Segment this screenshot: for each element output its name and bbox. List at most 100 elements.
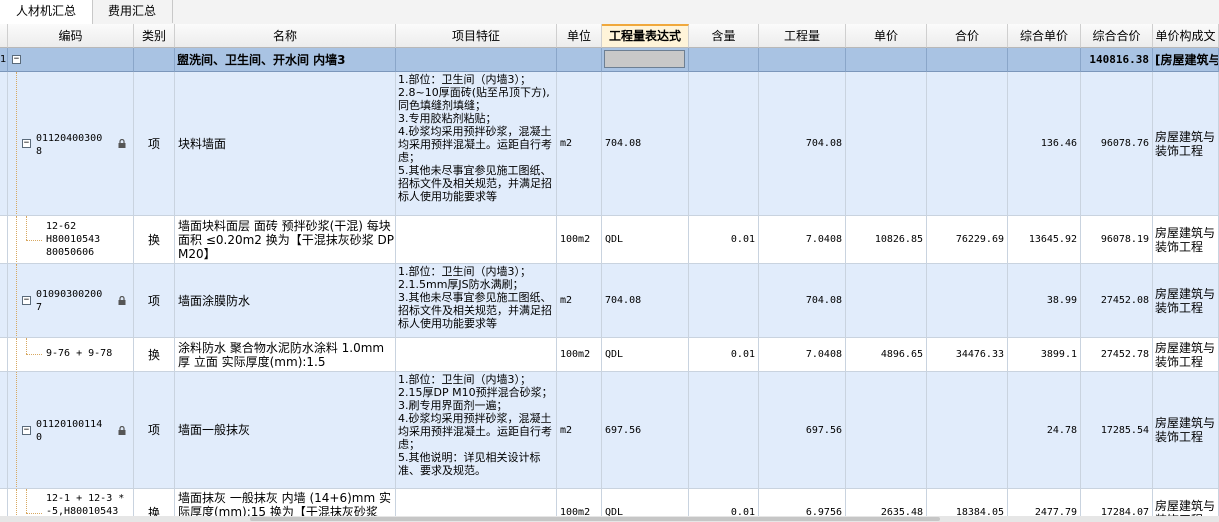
feature-cell[interactable] [396, 338, 557, 372]
scrollbar-thumb[interactable] [250, 517, 940, 521]
comp-price-cell[interactable]: 13645.92 [1008, 216, 1081, 264]
unit-cell[interactable]: m2 [557, 72, 602, 216]
name-cell[interactable]: 墙面一般抹灰 [175, 372, 396, 489]
name-cell[interactable]: 涂料防水 聚合物水泥防水涂料 1.0mm厚 立面 实际厚度(mm):1.5 [175, 338, 396, 372]
table-row[interactable]: − 011204003008 项 块料墙面 1.部位：卫生间（内墙3）； 2.8… [0, 72, 1219, 216]
table-row[interactable]: − 010903002007 项 墙面涂膜防水 1.部位：卫生间（内墙3）； 2… [0, 264, 1219, 338]
unit-cell[interactable]: 100m2 [557, 216, 602, 264]
collapse-icon[interactable]: − [22, 426, 31, 435]
content-cell[interactable] [689, 264, 759, 338]
name-cell[interactable]: 块料墙面 [175, 72, 396, 216]
col-header-composite-total[interactable]: 综合合价 [1081, 24, 1153, 48]
comp-price-cell[interactable]: 38.99 [1008, 264, 1081, 338]
expr-cell[interactable]: QDL [602, 338, 689, 372]
code-cell[interactable]: − 011201001140 [8, 372, 134, 489]
selected-cell-highlight[interactable] [604, 50, 685, 68]
price-cell[interactable]: 4896.65 [846, 338, 927, 372]
type-cell[interactable]: 换 [134, 216, 175, 264]
col-header-content[interactable]: 含量 [689, 24, 759, 48]
col-header-composite-unit-price[interactable]: 综合单价 [1008, 24, 1081, 48]
type-cell[interactable]: 项 [134, 72, 175, 216]
comp-price-cell[interactable]: 3899.1 [1008, 338, 1081, 372]
unit-cell[interactable]: 100m2 [557, 338, 602, 372]
group-total-cell[interactable] [927, 48, 1008, 72]
expr-cell[interactable]: 697.56 [602, 372, 689, 489]
price-cell[interactable] [846, 72, 927, 216]
feature-cell[interactable]: 1.部位：卫生间（内墙3）； 2.15厚DP M10预拌混合砂浆； 3.刷专用界… [396, 372, 557, 489]
collapse-icon[interactable]: − [22, 139, 31, 148]
content-cell[interactable]: 0.01 [689, 216, 759, 264]
expr-cell[interactable]: 704.08 [602, 72, 689, 216]
type-cell[interactable]: 项 [134, 372, 175, 489]
content-cell[interactable] [689, 372, 759, 489]
col-header-unit[interactable]: 单位 [557, 24, 602, 48]
col-header-quantity[interactable]: 工程量 [759, 24, 846, 48]
group-composition-file[interactable]: [房屋建筑与 [1153, 48, 1219, 72]
unit-cell[interactable]: m2 [557, 264, 602, 338]
qty-cell[interactable]: 7.0408 [759, 338, 846, 372]
col-header-quantity-expression[interactable]: 工程量表达式 [602, 24, 689, 48]
tab-cost-summary[interactable]: 费用汇总 [92, 0, 173, 23]
comp-file-cell[interactable]: 房屋建筑与装饰工程 [1153, 72, 1219, 216]
price-cell[interactable] [846, 372, 927, 489]
collapse-icon[interactable]: − [12, 55, 21, 64]
qty-cell[interactable]: 7.0408 [759, 216, 846, 264]
expr-cell[interactable]: QDL [602, 216, 689, 264]
col-header-name[interactable]: 名称 [175, 24, 396, 48]
content-cell[interactable]: 0.01 [689, 338, 759, 372]
group-feature-cell[interactable] [396, 48, 557, 72]
total-cell[interactable]: 34476.33 [927, 338, 1008, 372]
horizontal-scrollbar[interactable] [0, 516, 1219, 522]
feature-cell[interactable]: 1.部位：卫生间（内墙3）； 2.8~10厚面砖(贴至吊顶下方),同色填缝剂填缝… [396, 72, 557, 216]
group-name[interactable]: 盥洗间、卫生间、开水间 内墙3 [175, 48, 396, 72]
comp-price-cell[interactable]: 136.46 [1008, 72, 1081, 216]
group-type-cell[interactable] [134, 48, 175, 72]
table-row[interactable]: 12-62 H80010543 80050606 换 墙面块料面层 面砖 预拌砂… [0, 216, 1219, 264]
name-cell[interactable]: 墙面块料面层 面砖 预拌砂浆(干混) 每块面积 ≤0.20m2 换为【干混抹灰砂… [175, 216, 396, 264]
qty-cell[interactable]: 704.08 [759, 72, 846, 216]
col-header-type[interactable]: 类别 [134, 24, 175, 48]
qty-cell[interactable]: 704.08 [759, 264, 846, 338]
comp-total-cell[interactable]: 96078.19 [1081, 216, 1153, 264]
group-code-cell[interactable]: − [8, 48, 134, 72]
comp-file-cell[interactable]: 房屋建筑与装饰工程 [1153, 216, 1219, 264]
expr-cell[interactable]: 704.08 [602, 264, 689, 338]
feature-cell[interactable]: 1.部位：卫生间（内墙3）； 2.1.5mm厚JS防水满刷； 3.其他未尽事宜参… [396, 264, 557, 338]
unit-cell[interactable]: m2 [557, 372, 602, 489]
qty-cell[interactable]: 697.56 [759, 372, 846, 489]
comp-total-cell[interactable]: 27452.78 [1081, 338, 1153, 372]
price-cell[interactable]: 10826.85 [846, 216, 927, 264]
tab-labor-material-summary[interactable]: 人材机汇总 [0, 0, 93, 24]
code-cell[interactable]: − 011204003008 [8, 72, 134, 216]
code-cell[interactable]: 12-62 H80010543 80050606 [8, 216, 134, 264]
col-header-unit-price[interactable]: 单价 [846, 24, 927, 48]
col-header-price-composition-file[interactable]: 单价构成文 [1153, 24, 1219, 48]
comp-total-cell[interactable]: 27452.08 [1081, 264, 1153, 338]
type-cell[interactable]: 项 [134, 264, 175, 338]
group-composite-total[interactable]: 140816.38 [1081, 48, 1153, 72]
group-content-cell[interactable] [689, 48, 759, 72]
col-header-code[interactable]: 编码 [8, 24, 134, 48]
comp-price-cell[interactable]: 24.78 [1008, 372, 1081, 489]
group-qty-cell[interactable] [759, 48, 846, 72]
feature-cell[interactable] [396, 216, 557, 264]
code-cell[interactable]: − 010903002007 [8, 264, 134, 338]
group-price-cell[interactable] [846, 48, 927, 72]
group-unit-cell[interactable] [557, 48, 602, 72]
total-cell[interactable] [927, 264, 1008, 338]
code-cell[interactable]: 9-76 + 9-78 [8, 338, 134, 372]
comp-file-cell[interactable]: 房屋建筑与装饰工程 [1153, 372, 1219, 489]
table-row[interactable]: 9-76 + 9-78 换 涂料防水 聚合物水泥防水涂料 1.0mm厚 立面 实… [0, 338, 1219, 372]
comp-total-cell[interactable]: 17285.54 [1081, 372, 1153, 489]
comp-file-cell[interactable]: 房屋建筑与装饰工程 [1153, 264, 1219, 338]
type-cell[interactable]: 换 [134, 338, 175, 372]
table-row[interactable]: − 011201001140 项 墙面一般抹灰 1.部位：卫生间（内墙3）； 2… [0, 372, 1219, 489]
comp-file-cell[interactable]: 房屋建筑与装饰工程 [1153, 338, 1219, 372]
total-cell[interactable] [927, 372, 1008, 489]
collapse-icon[interactable]: − [22, 296, 31, 305]
price-cell[interactable] [846, 264, 927, 338]
comp-total-cell[interactable]: 96078.76 [1081, 72, 1153, 216]
col-header-total-price[interactable]: 合价 [927, 24, 1008, 48]
total-cell[interactable] [927, 72, 1008, 216]
col-header-feature[interactable]: 项目特征 [396, 24, 557, 48]
